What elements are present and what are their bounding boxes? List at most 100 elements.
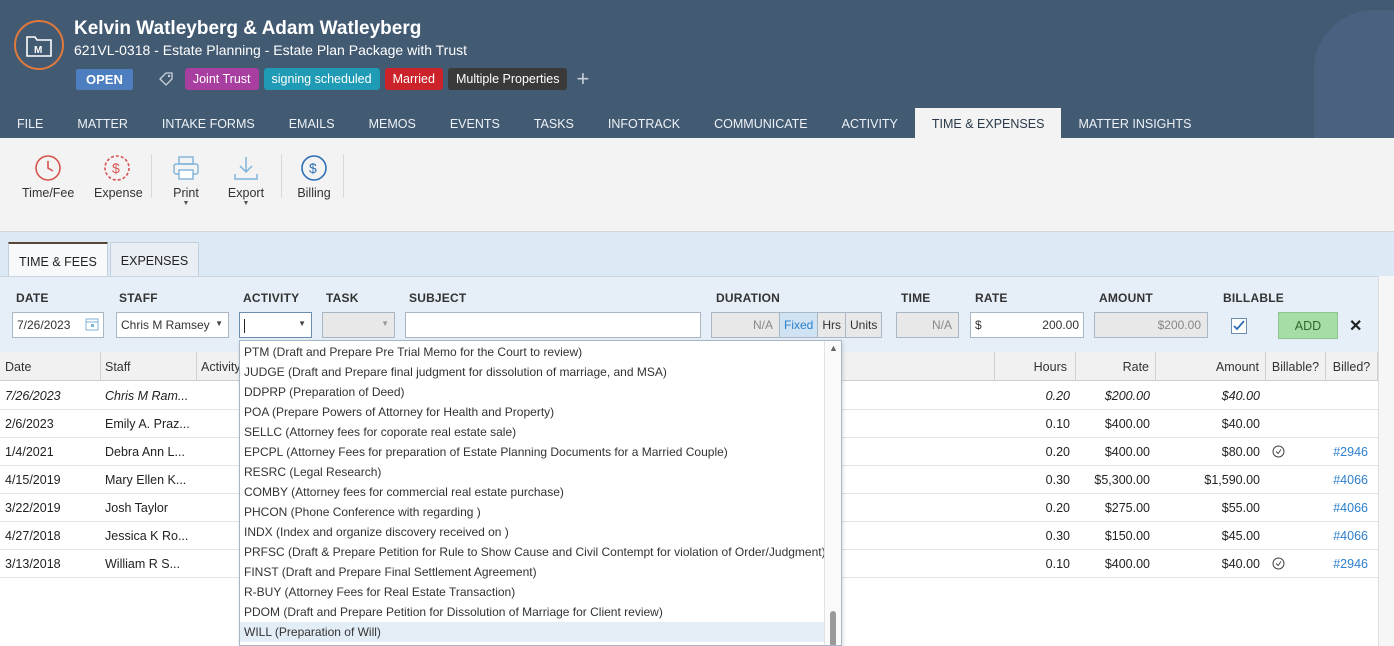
export-button[interactable]: Export ▼: [226, 150, 266, 207]
tab-infotrack[interactable]: INFOTRACK: [591, 108, 697, 138]
activity-option[interactable]: DDPRP (Preparation of Deed): [240, 382, 824, 402]
calendar-icon[interactable]: [85, 317, 99, 334]
scroll-up-icon[interactable]: ▲: [829, 343, 838, 353]
header-decoration: [1314, 10, 1394, 138]
activity-option[interactable]: WILL (Preparation of Will): [240, 622, 824, 642]
cell-staff: Josh Taylor: [105, 501, 168, 515]
time-fee-label: Time/Fee: [22, 186, 75, 200]
matter-folder-icon: M: [14, 20, 64, 70]
add-tag-icon[interactable]: +: [576, 68, 589, 90]
column-hours[interactable]: Hours: [995, 352, 1076, 381]
dropdown-scrollbar[interactable]: ▲: [824, 341, 841, 645]
column-rate[interactable]: Rate: [1076, 352, 1156, 381]
rate-currency: $: [975, 318, 982, 332]
task-select[interactable]: ▼: [322, 312, 395, 338]
time-input[interactable]: N/A: [896, 312, 959, 338]
tag-chip[interactable]: Multiple Properties: [447, 68, 568, 90]
cell-rate: $400.00: [1104, 445, 1150, 459]
cell-hours: 0.30: [1045, 473, 1070, 487]
date-input[interactable]: 7/26/2023: [12, 312, 104, 338]
matter-description: 621VL-0318 - Estate Planning - Estate Pl…: [74, 42, 468, 58]
activity-select[interactable]: ▼: [239, 312, 312, 338]
units-mode-button[interactable]: Units: [846, 313, 882, 337]
tag-chip[interactable]: signing scheduled: [263, 68, 380, 90]
text-cursor: [244, 318, 245, 333]
ribbon-separator: [343, 154, 344, 198]
print-label: Print: [173, 186, 199, 200]
activity-option[interactable]: POA (Prepare Powers of Attorney for Heal…: [240, 402, 824, 422]
cell-staff: Jessica K Ro...: [105, 529, 189, 543]
invoice-link[interactable]: #2946: [1326, 445, 1368, 459]
staff-value: Chris M Ramsey: [121, 318, 210, 332]
cell-rate: $275.00: [1104, 501, 1150, 515]
hours-mode-button[interactable]: Hrs: [818, 313, 847, 337]
subject-label: SUBJECT: [409, 291, 467, 305]
invoice-link[interactable]: #4066: [1326, 501, 1368, 515]
tab-tasks[interactable]: TASKS: [517, 108, 591, 138]
activity-option[interactable]: PDOM (Draft and Prepare Petition for Dis…: [240, 602, 824, 622]
subject-input[interactable]: [405, 312, 701, 338]
tab-file[interactable]: FILE: [0, 108, 60, 138]
invoice-link[interactable]: #4066: [1326, 529, 1368, 543]
ribbon-separator: [281, 154, 282, 198]
tag-chip[interactable]: Married: [384, 68, 443, 90]
tab-time-fees[interactable]: TIME & FEES: [8, 242, 108, 276]
activity-option[interactable]: EPCPL (Attorney Fees for preparation of …: [240, 442, 824, 462]
fixed-mode-button[interactable]: Fixed: [780, 313, 819, 337]
add-button[interactable]: ADD: [1278, 312, 1338, 339]
activity-option[interactable]: INDX (Index and organize discovery recei…: [240, 522, 824, 542]
tab-matter[interactable]: MATTER: [60, 108, 144, 138]
tab-time-expenses[interactable]: TIME & EXPENSES: [914, 108, 1062, 138]
activity-option[interactable]: R-BUY (Attorney Fees for Real Estate Tra…: [240, 582, 824, 602]
status-badge[interactable]: OPEN: [76, 68, 133, 90]
ribbon-toolbar: Time/Fee $ Expense Print ▼ Export ▼ $ Bi…: [0, 138, 1394, 232]
cell-rate: $150.00: [1104, 529, 1150, 543]
expense-button[interactable]: $ Expense: [94, 150, 143, 200]
billing-label: Billing: [297, 186, 331, 200]
tab-matter-insights[interactable]: MATTER INSIGHTS: [1061, 108, 1208, 138]
export-dropdown-icon[interactable]: ▼: [226, 200, 266, 207]
activity-option[interactable]: PTM (Draft and Prepare Pre Trial Memo fo…: [240, 342, 824, 362]
activity-option[interactable]: FINST (Draft and Prepare Final Settlemen…: [240, 562, 824, 582]
activity-option[interactable]: PRFSC (Draft & Prepare Petition for Rule…: [240, 542, 826, 562]
rate-input[interactable]: $ 200.00: [970, 312, 1084, 338]
column-billable[interactable]: Billable?: [1266, 352, 1326, 381]
tab-communicate[interactable]: COMMUNICATE: [697, 108, 825, 138]
print-dropdown-icon[interactable]: ▼: [168, 200, 204, 207]
tab-events[interactable]: EVENTS: [433, 108, 517, 138]
activity-option[interactable]: JUDGE (Draft and Prepare final judgment …: [240, 362, 824, 382]
client-name: Kelvin Watleyberg & Adam Watleyberg: [74, 18, 422, 39]
cell-amount: $1,590.00: [1204, 473, 1260, 487]
cell-date: 2/6/2023: [5, 417, 54, 431]
column-amount[interactable]: Amount: [1156, 352, 1266, 381]
tab-intake-forms[interactable]: INTAKE FORMS: [145, 108, 272, 138]
activity-option[interactable]: RESRC (Legal Research): [240, 462, 824, 482]
scroll-thumb[interactable]: [830, 611, 836, 645]
invoice-link[interactable]: #2946: [1326, 557, 1368, 571]
activity-option[interactable]: SELLC (Attorney fees for coporate real e…: [240, 422, 824, 442]
matter-tabs: FILE MATTER INTAKE FORMS EMAILS MEMOS EVENTS T…: [0, 108, 1208, 138]
print-button[interactable]: Print ▼: [168, 150, 204, 207]
column-date[interactable]: Date: [0, 352, 101, 381]
expense-label: Expense: [94, 186, 143, 200]
cell-date: 4/15/2019: [5, 473, 61, 487]
tag-icon[interactable]: [158, 71, 174, 90]
activity-option[interactable]: PHCON (Phone Conference with regarding ): [240, 502, 824, 522]
staff-select[interactable]: Chris M Ramsey ▼: [116, 312, 229, 338]
duration-input[interactable]: N/A: [711, 312, 780, 338]
invoice-link[interactable]: #4066: [1326, 473, 1368, 487]
close-icon[interactable]: ✕: [1349, 316, 1362, 336]
billing-button[interactable]: $ Billing: [294, 150, 334, 200]
tab-memos[interactable]: MEMOS: [352, 108, 433, 138]
tab-activity[interactable]: ACTIVITY: [825, 108, 915, 138]
column-billed[interactable]: Billed?: [1326, 352, 1378, 381]
time-fee-button[interactable]: Time/Fee: [22, 150, 74, 200]
billable-checkbox[interactable]: [1231, 318, 1247, 334]
grid-scrollbar[interactable]: [1378, 276, 1394, 646]
activity-option[interactable]: COMBY (Attorney fees for commercial real…: [240, 482, 824, 502]
column-staff[interactable]: Staff: [101, 352, 197, 381]
cell-amount: $80.00: [1221, 445, 1260, 459]
tab-expenses[interactable]: EXPENSES: [109, 242, 200, 276]
tab-emails[interactable]: EMAILS: [272, 108, 352, 138]
tag-chip[interactable]: Joint Trust: [184, 68, 259, 90]
